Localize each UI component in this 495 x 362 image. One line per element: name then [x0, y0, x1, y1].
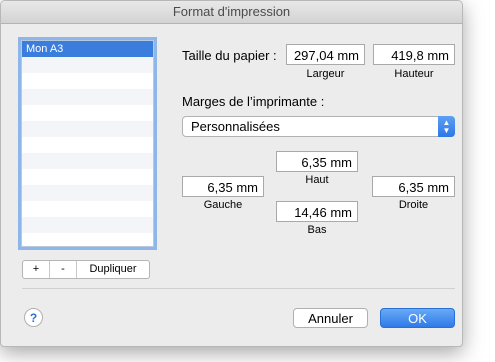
list-item[interactable]: Mon A3 [22, 41, 153, 57]
margin-right-label: Droite [398, 199, 429, 211]
list-empty-row [22, 153, 153, 169]
list-empty-row [22, 73, 153, 89]
paper-size-label: Taille du papier : [182, 48, 277, 63]
paper-height-label: Hauteur [394, 68, 434, 80]
page-setup-dialog: Format d'impression Mon A3 + - Dupliquer… [0, 0, 463, 347]
list-empty-row [22, 57, 153, 73]
paper-width-label: Largeur [306, 68, 345, 80]
list-button-bar: + - Dupliquer [22, 260, 150, 279]
cancel-button[interactable]: Annuler [293, 308, 368, 328]
margin-top-label: Haut [305, 174, 329, 186]
margin-left-label: Gauche [203, 199, 243, 211]
list-empty-row [22, 185, 153, 201]
list-empty-row [22, 217, 153, 233]
duplicate-button[interactable]: Dupliquer [77, 261, 149, 278]
list-empty-row [22, 105, 153, 121]
remove-button[interactable]: - [50, 261, 77, 278]
margin-bottom-field[interactable]: 14,46 mm [276, 201, 358, 222]
margins-label: Marges de l’imprimante : [182, 94, 325, 109]
ok-button[interactable]: OK [380, 308, 455, 328]
paper-height-field[interactable]: 419,8 mm [373, 44, 455, 65]
list-empty-row [22, 137, 153, 153]
add-button[interactable]: + [23, 261, 50, 278]
list-empty-row [22, 89, 153, 105]
help-icon[interactable]: ? [24, 308, 43, 327]
margins-preset-popup[interactable]: Personnalisées ▲ ▼ [182, 116, 455, 137]
list-empty-row [22, 169, 153, 185]
margin-right-field[interactable]: 6,35 mm [372, 176, 455, 197]
list-empty-row [22, 201, 153, 217]
margin-top-field[interactable]: 6,35 mm [276, 151, 358, 172]
margin-bottom-label: Bas [307, 224, 327, 236]
list-empty-row [22, 233, 153, 246]
margins-preset-value: Personnalisées [191, 119, 280, 134]
footer-divider [22, 288, 455, 289]
popup-arrows-icon: ▲ ▼ [438, 116, 455, 137]
paper-width-field[interactable]: 297,04 mm [286, 44, 365, 65]
window-title: Format d'impression [1, 1, 462, 24]
paper-size-list[interactable]: Mon A3 [21, 40, 154, 247]
list-empty-row [22, 121, 153, 137]
margin-left-field[interactable]: 6,35 mm [182, 176, 264, 197]
